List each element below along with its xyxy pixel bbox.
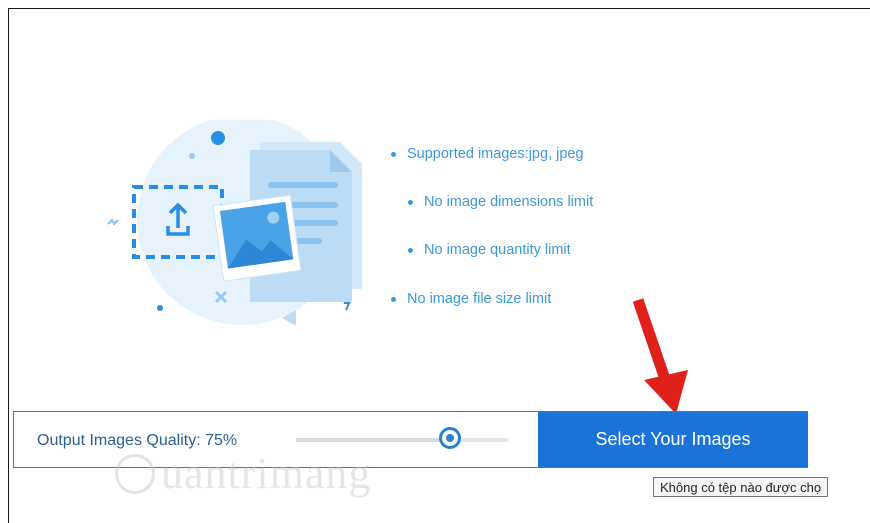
file-input-tooltip: Không có tệp nào được chọ (653, 477, 829, 497)
annotation-arrow-icon (632, 298, 688, 414)
bullet-icon (408, 199, 413, 205)
bullet-icon (408, 247, 413, 253)
watermark-text: uantrimang (161, 449, 372, 498)
decor-squiggle (107, 218, 119, 226)
feature-item: Supported images:jpg, jpeg (391, 146, 584, 162)
feature-text: Supported images:jpg, jpeg (407, 146, 584, 162)
bullet-icon (391, 296, 396, 302)
feature-item: No image dimensions limit (408, 194, 593, 210)
decor-dot (211, 131, 225, 145)
feature-item: No image quantity limit (408, 242, 571, 258)
quality-slider-track[interactable] (296, 438, 509, 442)
watermark: uantrimang (115, 448, 371, 499)
upload-illustration (107, 120, 362, 326)
decor-dot (157, 305, 163, 311)
decor-dot (189, 153, 195, 159)
feature-item: No image file size limit (391, 291, 551, 307)
quality-slider-thumb[interactable] (439, 427, 461, 449)
image-icon (212, 194, 302, 282)
feature-text: No image dimensions limit (424, 194, 594, 210)
feature-text: No image file size limit (407, 291, 552, 307)
bullet-icon (391, 151, 396, 157)
select-images-button[interactable]: Select Your Images (538, 412, 808, 467)
quality-slider-fill (296, 438, 456, 442)
feature-list: Supported images:jpg, jpeg No image dime… (386, 0, 686, 330)
feature-text: No image quantity limit (424, 242, 571, 258)
watermark-logo-icon (115, 453, 155, 494)
slider-thumb-dot (446, 434, 454, 442)
